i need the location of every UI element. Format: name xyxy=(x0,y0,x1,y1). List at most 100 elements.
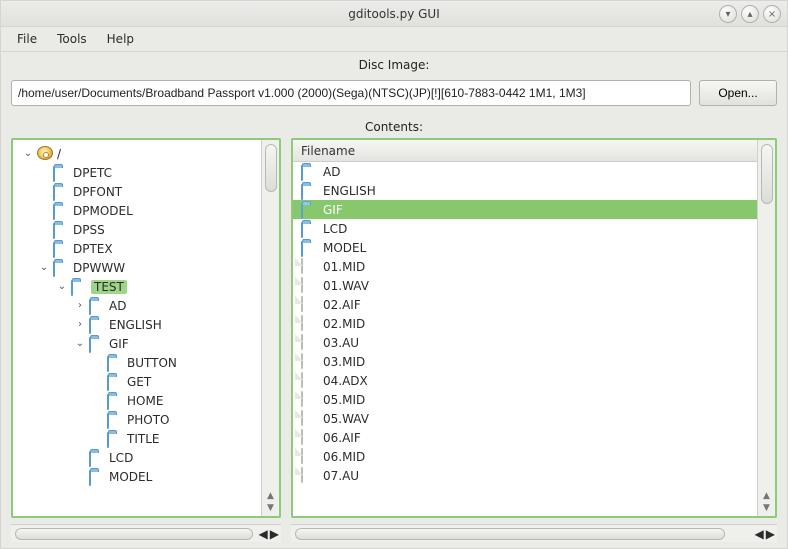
scroll-up-icon[interactable]: ▲ xyxy=(761,490,773,502)
tree-item[interactable]: DPMODEL xyxy=(15,201,259,220)
tree-item-label: MODEL xyxy=(109,470,152,484)
close-button[interactable]: × xyxy=(763,5,781,23)
tree[interactable]: ⌄/DPETC DPFONT DPMODEL DPSS DPTEX ⌄ DPWWW ⌄TEST… xyxy=(13,140,261,516)
tree-item[interactable]: LCD xyxy=(15,448,259,467)
list-row[interactable]: AD xyxy=(293,162,757,181)
scroll-right-icon[interactable]: ▶ xyxy=(270,527,279,541)
list-row[interactable]: LCD xyxy=(293,219,757,238)
file-icon xyxy=(301,260,317,274)
folder-icon xyxy=(53,223,69,237)
scroll-thumb[interactable] xyxy=(15,528,253,540)
chevron-right-icon[interactable]: › xyxy=(73,300,87,311)
list-row[interactable]: GIF xyxy=(293,200,757,219)
tree-item[interactable]: MODEL xyxy=(15,467,259,486)
chevron-down-icon[interactable]: ⌄ xyxy=(55,281,69,292)
tree-item-label: BUTTON xyxy=(127,356,177,370)
window-controls: ▾ ▴ × xyxy=(719,5,781,23)
list-vscrollbar[interactable]: ▲ ▼ xyxy=(757,140,775,516)
list-row[interactable]: 02.MID xyxy=(293,314,757,333)
minimize-button[interactable]: ▾ xyxy=(719,5,737,23)
folder-icon xyxy=(53,185,69,199)
list-row[interactable]: 02.AIF xyxy=(293,295,757,314)
list-row[interactable]: 07.AU xyxy=(293,466,757,485)
tree-item[interactable]: DPTEX xyxy=(15,239,259,258)
list-row[interactable]: 01.WAV xyxy=(293,276,757,295)
tree-item[interactable]: DPETC xyxy=(15,163,259,182)
chevron-down-icon[interactable]: ⌄ xyxy=(37,262,51,273)
tree-item-label: DPWWW xyxy=(73,261,125,275)
list-row[interactable]: 04.ADX xyxy=(293,371,757,390)
maximize-button[interactable]: ▴ xyxy=(741,5,759,23)
folder-icon xyxy=(301,241,317,255)
tree-item[interactable]: ⌄TEST xyxy=(15,277,259,296)
tree-item-label: GIF xyxy=(109,337,129,351)
tree-item[interactable]: DPFONT xyxy=(15,182,259,201)
folder-icon xyxy=(107,356,123,370)
list-column-header[interactable]: Filename xyxy=(293,140,757,162)
folder-icon xyxy=(89,451,105,465)
file-icon xyxy=(301,279,317,293)
list-row-label: 02.MID xyxy=(323,317,365,331)
list-row[interactable]: MODEL xyxy=(293,238,757,257)
contents-label: Contents: xyxy=(1,114,787,138)
scroll-down-icon[interactable]: ▼ xyxy=(265,502,277,514)
scroll-down-icon[interactable]: ▼ xyxy=(761,502,773,514)
file-icon xyxy=(301,336,317,350)
scroll-left-icon[interactable]: ◀ xyxy=(755,527,764,541)
tree-item-label: HOME xyxy=(127,394,163,408)
disc-image-input[interactable] xyxy=(11,80,691,106)
titlebar: gditools.py GUI ▾ ▴ × xyxy=(1,1,787,27)
list-row[interactable]: 03.AU xyxy=(293,333,757,352)
list-row-label: 03.MID xyxy=(323,355,365,369)
chevron-right-icon[interactable]: › xyxy=(73,319,87,330)
scroll-left-icon[interactable]: ◀ xyxy=(259,527,268,541)
tree-item[interactable]: ›AD xyxy=(15,296,259,315)
menu-help[interactable]: Help xyxy=(97,29,144,49)
tree-pane: ⌄/DPETC DPFONT DPMODEL DPSS DPTEX ⌄ DPWWW ⌄TEST… xyxy=(11,138,281,518)
tree-item-label: DPSS xyxy=(73,223,105,237)
folder-icon xyxy=(301,184,317,198)
disc-image-label: Disc Image: xyxy=(1,52,787,76)
tree-item[interactable]: BUTTON xyxy=(15,353,259,372)
list-row[interactable]: ENGLISH xyxy=(293,181,757,200)
tree-item[interactable]: DPSS xyxy=(15,220,259,239)
list-row-label: 06.AIF xyxy=(323,431,361,445)
file-icon xyxy=(301,374,317,388)
tree-item-label: TITLE xyxy=(127,432,159,446)
list-row[interactable]: 03.MID xyxy=(293,352,757,371)
panes: ⌄/DPETC DPFONT DPMODEL DPSS DPTEX ⌄ DPWWW ⌄TEST… xyxy=(1,138,787,524)
scroll-thumb[interactable] xyxy=(265,144,277,192)
list-row-label: AD xyxy=(323,165,340,179)
tree-vscrollbar[interactable]: ▲ ▼ xyxy=(261,140,279,516)
list-row[interactable]: 06.AIF xyxy=(293,428,757,447)
menu-tools[interactable]: Tools xyxy=(47,29,97,49)
list-row[interactable]: 05.WAV xyxy=(293,409,757,428)
tree-item[interactable]: ⌄ GIF xyxy=(15,334,259,353)
tree-item[interactable]: ›ENGLISH xyxy=(15,315,259,334)
list-row[interactable]: 01.MID xyxy=(293,257,757,276)
file-icon xyxy=(301,469,317,483)
tree-item-label: DPFONT xyxy=(73,185,122,199)
folder-icon xyxy=(107,394,123,408)
menu-file[interactable]: File xyxy=(7,29,47,49)
list-hscrollbar[interactable]: ◀ ▶ xyxy=(291,524,777,542)
tree-item[interactable]: TITLE xyxy=(15,429,259,448)
tree-item[interactable]: ⌄/ xyxy=(15,144,259,163)
tree-hscrollbar[interactable]: ◀ ▶ xyxy=(11,524,281,542)
tree-item[interactable]: GET xyxy=(15,372,259,391)
list-row[interactable]: 05.MID xyxy=(293,390,757,409)
list-row[interactable]: 06.MID xyxy=(293,447,757,466)
chevron-down-icon[interactable]: ⌄ xyxy=(21,148,35,159)
tree-item[interactable]: PHOTO xyxy=(15,410,259,429)
folder-icon xyxy=(89,299,105,313)
tree-item[interactable]: ⌄ DPWWW xyxy=(15,258,259,277)
scroll-right-icon[interactable]: ▶ xyxy=(766,527,775,541)
open-button[interactable]: Open... xyxy=(699,80,777,106)
chevron-down-icon[interactable]: ⌄ xyxy=(73,338,87,349)
list-pane: Filename AD ENGLISHGIFLCDMODEL01.MID01.WA… xyxy=(291,138,777,518)
scroll-thumb[interactable] xyxy=(295,528,725,540)
scroll-thumb[interactable] xyxy=(761,144,773,204)
list[interactable]: Filename AD ENGLISHGIFLCDMODEL01.MID01.WA… xyxy=(293,140,757,516)
scroll-up-icon[interactable]: ▲ xyxy=(265,490,277,502)
tree-item[interactable]: HOME xyxy=(15,391,259,410)
